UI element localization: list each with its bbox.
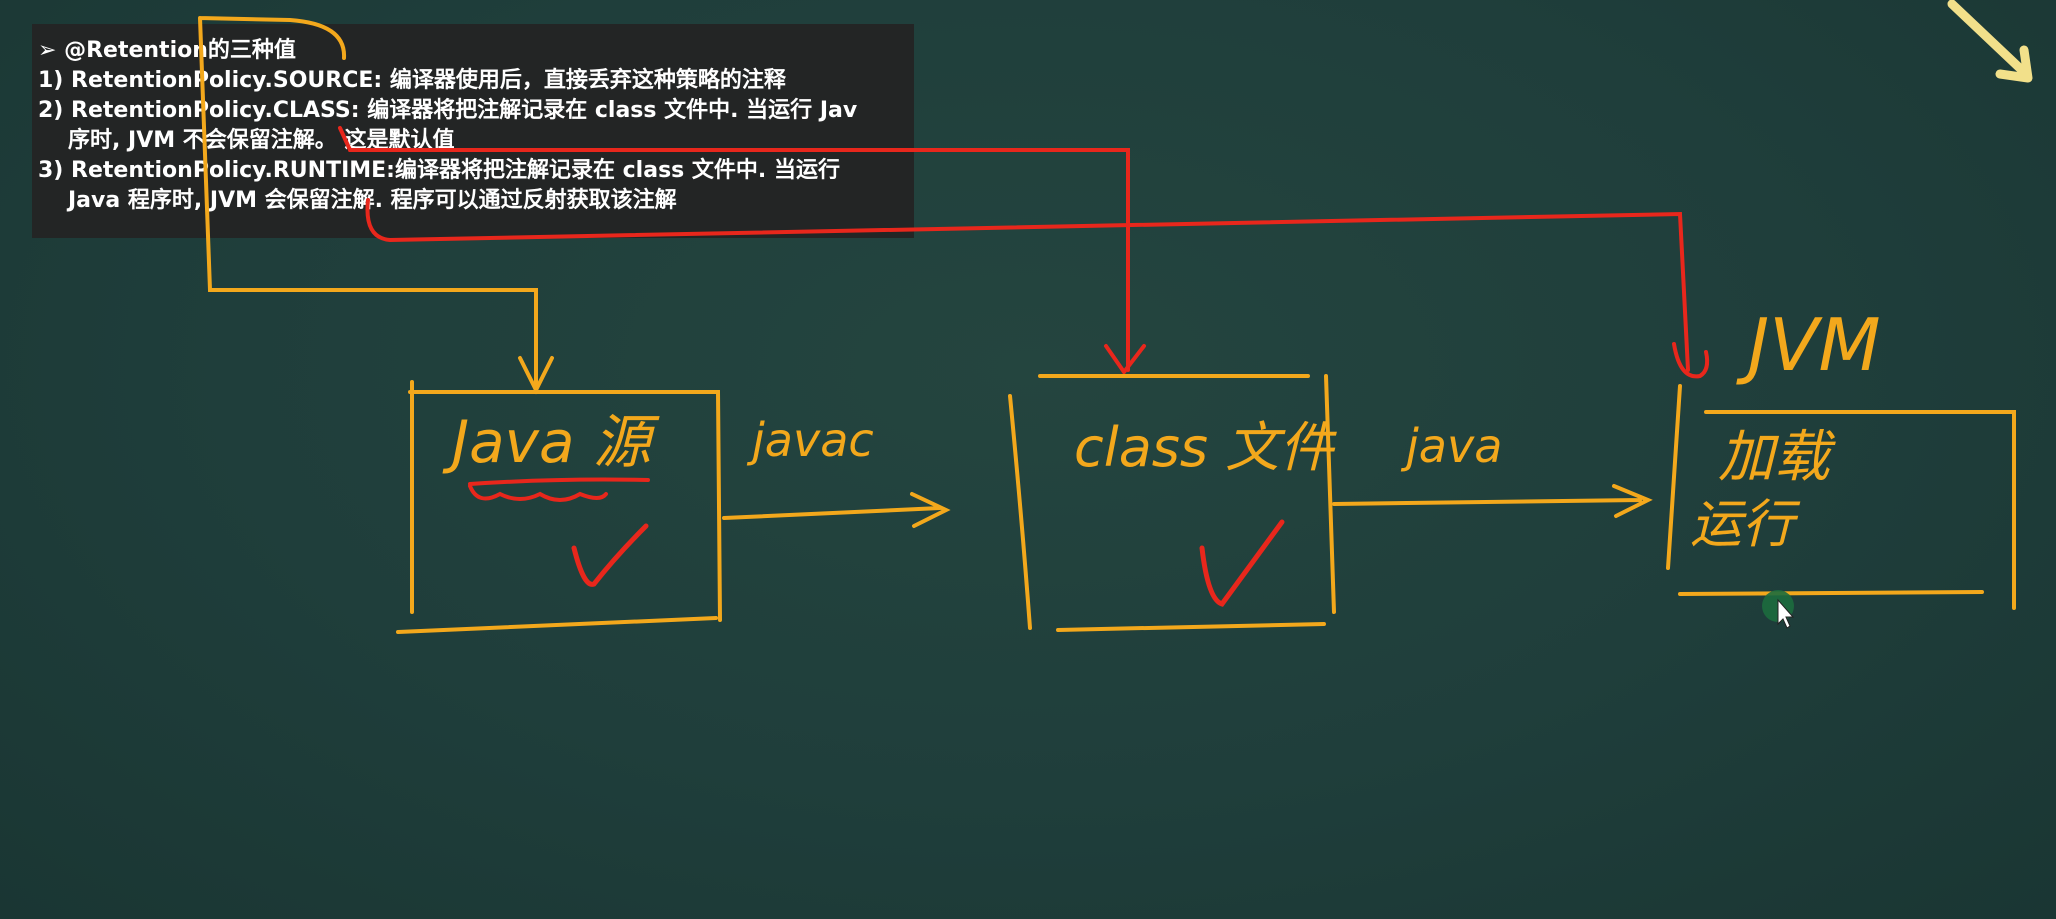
compile-arrow-label: javac bbox=[746, 413, 874, 467]
compile-arrow bbox=[722, 492, 951, 528]
class-file-box bbox=[1008, 374, 1336, 632]
jvm-box bbox=[1666, 384, 2016, 610]
source-connector-arrowhead bbox=[518, 356, 554, 395]
cursor-highlight bbox=[1762, 590, 1794, 622]
mouse-cursor-icon bbox=[1777, 598, 1795, 629]
class-file-label: class 文件 bbox=[1074, 416, 1337, 479]
run-arrow bbox=[1332, 484, 1653, 518]
java-source-label: Java 源 bbox=[442, 408, 660, 476]
jvm-run-label: 运行 bbox=[1690, 495, 1801, 555]
note-item-runtime-cont: Java 程序时, JVM 会保留注解. 程序可以通过反射获取该注解 bbox=[68, 188, 677, 213]
arrow-pointer-icon bbox=[1947, 0, 2033, 83]
chalkboard: ➢ @Retention的三种值 1) RetentionPolicy.SOUR… bbox=[0, 0, 2056, 919]
runtime-connector-arrowhead bbox=[1672, 342, 1710, 379]
note-heading: ➢ @Retention的三种值 bbox=[38, 38, 296, 63]
note-item-source: 1) RetentionPolicy.SOURCE: 编译器使用后，直接丢弃这种… bbox=[38, 68, 786, 93]
jvm-title: JVM bbox=[1736, 303, 1881, 387]
java-source-box bbox=[396, 380, 722, 634]
check-mark-icon bbox=[571, 523, 649, 587]
java-source-underline bbox=[468, 477, 650, 502]
jvm-load-label: 加载 bbox=[1718, 425, 1836, 490]
note-item-runtime: 3) RetentionPolicy.RUNTIME:编译器将把注解记录在 cl… bbox=[38, 158, 840, 183]
retention-note-panel: ➢ @Retention的三种值 1) RetentionPolicy.SOUR… bbox=[32, 24, 914, 238]
note-item-class: 2) RetentionPolicy.CLASS: 编译器将把注解记录在 cla… bbox=[38, 98, 858, 123]
note-item-class-cont: 序时, JVM 不会保留注解。 这是默认值 bbox=[68, 128, 455, 153]
class-connector-arrowhead bbox=[1104, 344, 1146, 376]
check-mark-icon bbox=[1199, 519, 1285, 607]
run-arrow-label: java bbox=[1400, 419, 1502, 473]
